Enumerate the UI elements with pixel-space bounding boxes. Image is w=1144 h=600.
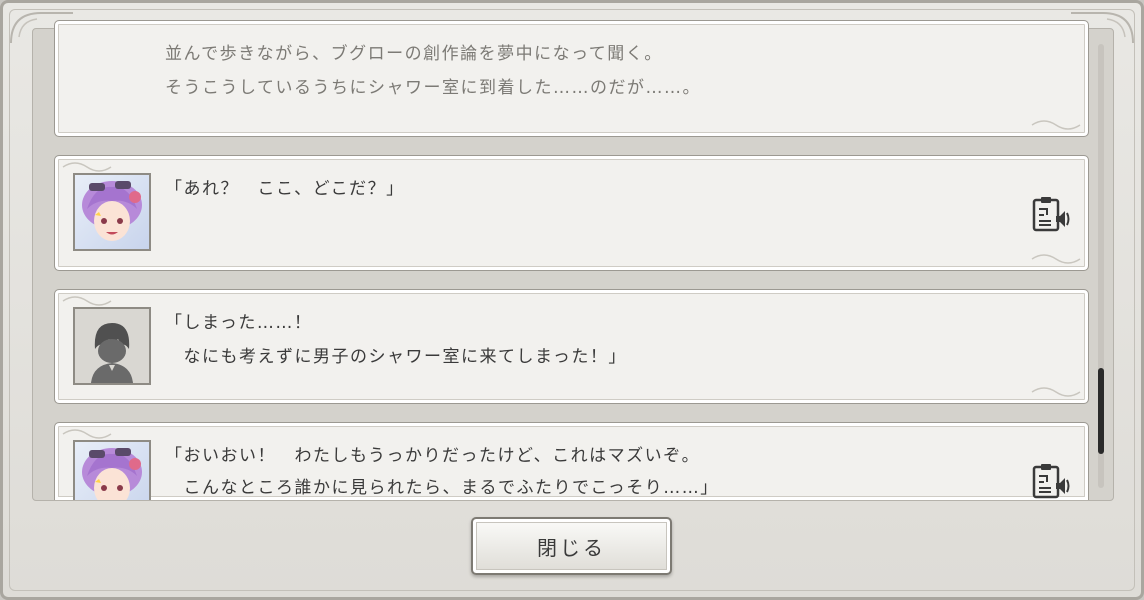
player-silhouette-avatar bbox=[73, 307, 151, 385]
dialogue-line: なにも考えずに男子のシャワー室に来てしまった！」 bbox=[165, 347, 627, 367]
dialogue-line: 「おいおい！ わたしもうっかりだったけど、これはマズいぞ。 bbox=[165, 446, 701, 466]
log-entry-dialogue: 「しまった……！ なにも考えずに男子のシャワー室に来てしまった！」 bbox=[54, 289, 1089, 404]
log-entry-dialogue: 「あれ？ ここ、どこだ？」 bbox=[54, 155, 1089, 271]
log-entry-dialogue: 「おいおい！ わたしもうっかりだったけど、これはマズいぞ。 こんなところ誰かに見… bbox=[54, 422, 1089, 500]
flourish-ornament bbox=[1031, 120, 1081, 130]
voice-replay-icon[interactable] bbox=[1032, 196, 1072, 234]
narration-line: そうこうしているうちにシャワー室に到着した……のだが……。 bbox=[165, 78, 701, 98]
purple-hair-girl-avatar bbox=[73, 173, 151, 251]
purple-hair-girl-avatar bbox=[73, 440, 151, 500]
dialogue-line: 「しまった……！ bbox=[165, 313, 313, 333]
dialogue-line: こんなところ誰かに見られたら、まるでふたりでこっそり……」 bbox=[165, 478, 719, 498]
log-entry-narration: 並んで歩きながら、ブグローの創作論を夢中になって聞く。 そうこうしているうちにシ… bbox=[54, 20, 1089, 137]
narration-line: 並んで歩きながら、ブグローの創作論を夢中になって聞く。 bbox=[165, 44, 663, 64]
flourish-ornament bbox=[1031, 387, 1081, 397]
dialogue-line: 「あれ？ ここ、どこだ？」 bbox=[165, 179, 405, 199]
close-button[interactable]: 閉じる bbox=[471, 517, 672, 575]
voice-replay-icon[interactable] bbox=[1032, 463, 1072, 500]
flourish-ornament bbox=[1031, 254, 1081, 264]
scrollbar-thumb[interactable] bbox=[1098, 368, 1104, 454]
